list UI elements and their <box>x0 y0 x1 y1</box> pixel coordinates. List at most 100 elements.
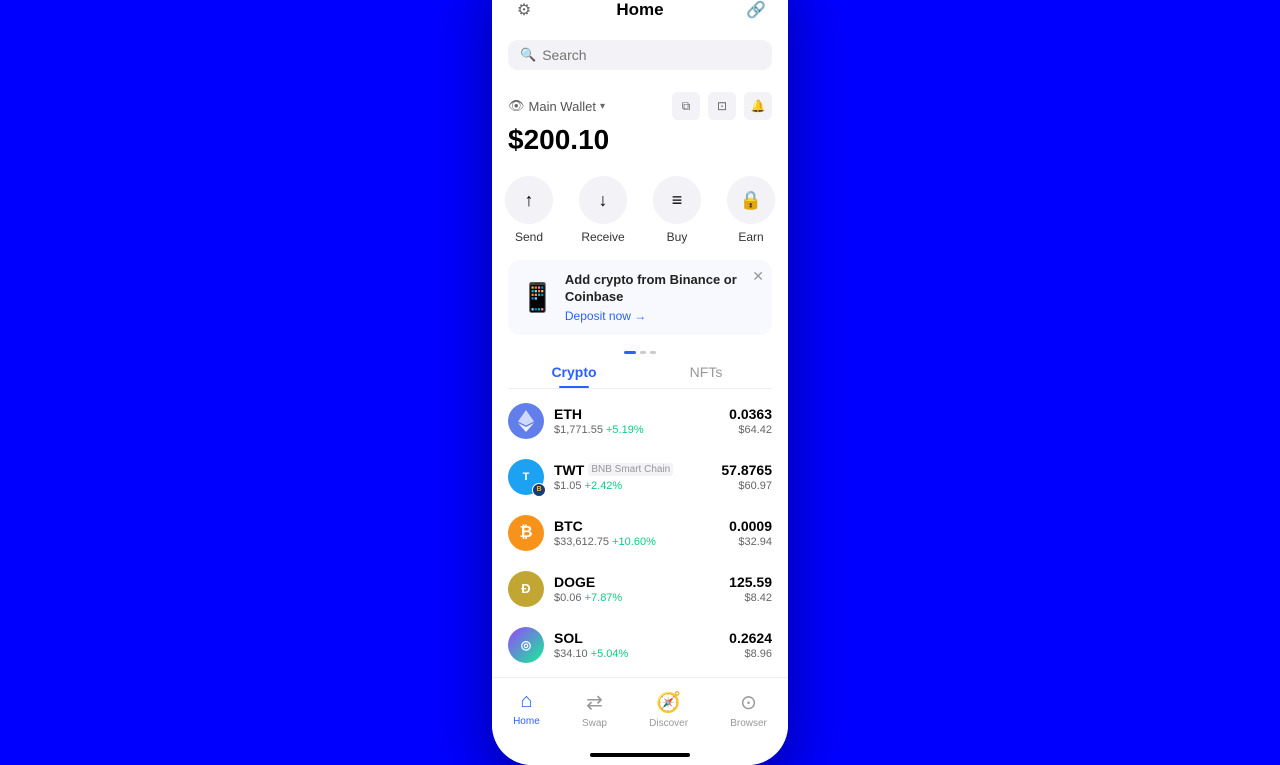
nav-home-label: Home <box>513 716 540 727</box>
search-icon: 🔍 <box>520 47 536 63</box>
promo-text: Add crypto from Binance or Coinbase Depo… <box>565 272 760 323</box>
doge-info: DOGE $0.06 +7.87% <box>554 574 719 604</box>
wallet-section: 👁 Main Wallet ▾ ⧉ ⊡ 🔔 $200.10 <box>492 80 788 176</box>
nav-browser[interactable]: ⊙ Browser <box>714 686 783 733</box>
tab-crypto[interactable]: Crypto <box>508 354 640 388</box>
list-item[interactable]: ₿ BTC $33,612.75 +10.60% 0.0009 $32.94 <box>492 505 788 561</box>
twt-values: 57.8765 $60.97 <box>721 462 772 492</box>
btc-name: BTC <box>554 518 583 534</box>
eth-change: +5.19% <box>606 424 644 436</box>
swap-icon: ⇄ <box>586 690 603 715</box>
doge-logo: Ð <box>508 571 544 607</box>
browser-icon: ⊙ <box>740 690 757 715</box>
visibility-icon: 👁 <box>508 98 525 114</box>
home-bar <box>590 753 690 757</box>
twt-info: TWT BNB Smart Chain $1.05 +2.42% <box>554 462 711 492</box>
doge-name: DOGE <box>554 574 595 590</box>
buy-label: Buy <box>667 230 688 244</box>
receive-icon-circle: ↓ <box>579 176 627 224</box>
sol-logo: ◎ <box>508 627 544 663</box>
nav-swap[interactable]: ⇄ Swap <box>566 686 623 733</box>
send-label: Send <box>515 230 543 244</box>
send-button[interactable]: ↑ Send <box>505 176 553 244</box>
list-item[interactable]: ◎ SOL $34.10 +5.04% 0.2624 $8.96 <box>492 617 788 673</box>
wallet-connect-button[interactable]: 🔗 <box>740 0 772 26</box>
eth-name: ETH <box>554 406 582 422</box>
doge-values: 125.59 $8.42 <box>729 574 772 604</box>
btc-usd: $32.94 <box>729 536 772 548</box>
receive-label: Receive <box>581 230 624 244</box>
twt-price: $1.05 +2.42% <box>554 480 711 492</box>
earn-label: Earn <box>738 230 763 244</box>
home-icon: ⌂ <box>520 690 532 713</box>
notifications-button[interactable]: 🔔 <box>744 92 772 120</box>
action-buttons: ↑ Send ↓ Receive ≡ Buy 🔒 Earn <box>492 176 788 244</box>
twt-logo: T B <box>508 459 544 495</box>
btc-values: 0.0009 $32.94 <box>729 518 772 548</box>
btc-price: $33,612.75 +10.60% <box>554 536 719 548</box>
list-item[interactable]: Ð DOGE $0.06 +7.87% 125.59 $8.42 <box>492 561 788 617</box>
btc-amount: 0.0009 <box>729 518 772 534</box>
settings-button[interactable]: ⚙ <box>508 0 540 26</box>
main-content: 👁 Main Wallet ▾ ⧉ ⊡ 🔔 $200.10 ↑ Send ↓ <box>492 80 788 677</box>
eth-values: 0.0363 $64.42 <box>729 406 772 436</box>
twt-amount: 57.8765 <box>721 462 772 478</box>
buy-button[interactable]: ≡ Buy <box>653 176 701 244</box>
doge-change: +7.87% <box>585 592 623 604</box>
wallet-header: 👁 Main Wallet ▾ ⧉ ⊡ 🔔 <box>508 92 772 120</box>
search-input[interactable] <box>542 47 760 63</box>
search-input-wrap[interactable]: 🔍 <box>508 40 772 70</box>
twt-usd: $60.97 <box>721 480 772 492</box>
copy-address-button[interactable]: ⧉ <box>672 92 700 120</box>
promo-title: Add crypto from Binance or Coinbase <box>565 272 760 306</box>
deposit-link[interactable]: Deposit now → <box>565 309 760 323</box>
doge-amount: 125.59 <box>729 574 772 590</box>
wallet-name-label: Main Wallet <box>529 99 596 114</box>
wallet-selector[interactable]: 👁 Main Wallet ▾ <box>508 98 605 114</box>
asset-tabs: Crypto NFTs <box>508 354 772 389</box>
bottom-nav: ⌂ Home ⇄ Swap 🧭 Discover ⊙ Browser <box>492 677 788 749</box>
tab-nfts[interactable]: NFTs <box>640 354 772 388</box>
twt-name: TWT <box>554 462 584 478</box>
sol-change: +5.04% <box>591 648 629 660</box>
btc-logo: ₿ <box>508 515 544 551</box>
sol-amount: 0.2624 <box>729 630 772 646</box>
eth-info: ETH $1,771.55 +5.19% <box>554 406 719 436</box>
promo-banner: 📱 Add crypto from Binance or Coinbase De… <box>508 260 772 335</box>
earn-icon-circle: 🔒 <box>727 176 775 224</box>
sol-values: 0.2624 $8.96 <box>729 630 772 660</box>
receive-button[interactable]: ↓ Receive <box>579 176 627 244</box>
twt-chain: BNB Smart Chain <box>588 463 673 476</box>
sol-name: SOL <box>554 630 583 646</box>
twt-change: +2.42% <box>585 480 623 492</box>
btc-change: +10.60% <box>612 536 656 548</box>
nav-discover[interactable]: 🧭 Discover <box>633 686 704 733</box>
sol-info: SOL $34.10 +5.04% <box>554 630 719 660</box>
phone-frame: 09:41 ▋▋▋ ▲ ⚙ Home 🔗 🔍 👁 Main Wallet <box>492 0 788 765</box>
send-icon-circle: ↑ <box>505 176 553 224</box>
list-item[interactable]: T B TWT BNB Smart Chain $1.05 +2.42% 57.… <box>492 449 788 505</box>
crypto-list: ETH $1,771.55 +5.19% 0.0363 $64.42 T B <box>492 389 788 677</box>
list-item[interactable]: ETH $1,771.55 +5.19% 0.0363 $64.42 <box>492 393 788 449</box>
discover-icon: 🧭 <box>656 690 681 715</box>
promo-close-button[interactable]: ✕ <box>752 268 764 285</box>
btc-info: BTC $33,612.75 +10.60% <box>554 518 719 548</box>
chevron-down-icon: ▾ <box>600 101 605 112</box>
sol-usd: $8.96 <box>729 648 772 660</box>
eth-price: $1,771.55 +5.19% <box>554 424 719 436</box>
page-title: Home <box>616 0 663 20</box>
expand-button[interactable]: ⊡ <box>708 92 736 120</box>
doge-usd: $8.42 <box>729 592 772 604</box>
eth-logo <box>508 403 544 439</box>
earn-button[interactable]: 🔒 Earn <box>727 176 775 244</box>
top-bar: ⚙ Home 🔗 <box>492 0 788 36</box>
buy-icon-circle: ≡ <box>653 176 701 224</box>
search-bar: 🔍 <box>492 36 788 80</box>
promo-image: 📱 <box>520 281 555 314</box>
eth-usd: $64.42 <box>729 424 772 436</box>
home-indicator <box>492 749 788 765</box>
eth-amount: 0.0363 <box>729 406 772 422</box>
wallet-actions: ⧉ ⊡ 🔔 <box>672 92 772 120</box>
nav-home[interactable]: ⌂ Home <box>497 686 556 733</box>
wallet-balance: $200.10 <box>508 124 772 156</box>
